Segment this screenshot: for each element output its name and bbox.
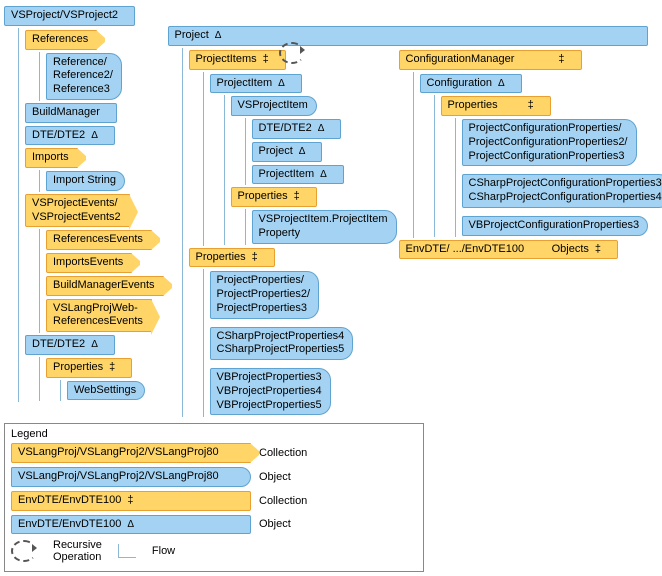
delta-icon: Δ (91, 130, 98, 141)
imports-coll: Imports (25, 148, 78, 168)
double-dagger-icon: ‡ (558, 53, 564, 65)
project-item-ref: ProjectItemΔ (252, 165, 344, 185)
vslangprojweb-events: VSLangProjWeb- ReferencesEvents (46, 299, 152, 333)
configuration: ConfigurationΔ (420, 74, 522, 94)
double-dagger-icon: ‡ (127, 494, 133, 506)
vb-project-properties: VBProjectProperties3 VBProjectProperties… (210, 368, 331, 415)
configuration-manager: ConfigurationManager‡ (399, 50, 582, 70)
flow-icon (118, 544, 136, 558)
delta-icon: Δ (498, 78, 505, 89)
delta-icon: Δ (299, 146, 306, 157)
column-a: VSProject/VSProject2 References Referenc… (4, 4, 164, 402)
legend-type: Object (259, 471, 291, 483)
properties-b1: Properties‡ (231, 187, 317, 207)
properties-b2: Properties‡ (189, 248, 275, 268)
column-c: ConfigurationManager‡ ConfigurationΔ Pro… (399, 48, 662, 262)
project-config-properties: ProjectConfigurationProperties/ ProjectC… (462, 119, 637, 166)
legend-type: Collection (259, 495, 307, 507)
vsproject-events: VSProjectEvents/ VSProjectEvents2 (25, 194, 130, 228)
legend-title: Legend (11, 428, 417, 440)
dte-b: DTE/DTE2Δ (252, 119, 342, 139)
legend-blue-round: VSLangProj/VSLangProj2/VSLangProj80 (11, 467, 251, 487)
delta-icon: Δ (215, 30, 222, 41)
diagram-root: VSProject/VSProject2 References Referenc… (4, 4, 658, 572)
legend-flow-label: Flow (152, 545, 175, 557)
double-dagger-icon: ‡ (263, 53, 269, 65)
project-items: ProjectItems‡ (189, 50, 286, 70)
vsproject-item: VSProjectItem (231, 96, 317, 116)
delta-icon: Δ (91, 339, 98, 350)
project-item: ProjectItemΔ (210, 74, 302, 94)
vsproject-root: VSProject/VSProject2 (4, 6, 135, 26)
delta-icon: Δ (278, 78, 285, 89)
delta-icon: Δ (318, 123, 325, 134)
legend-recursive-label: Recursive Operation (53, 539, 102, 563)
import-string: Import String (46, 171, 125, 191)
project-root: ProjectΔ (168, 26, 648, 46)
websettings: WebSettings (67, 381, 145, 401)
delta-icon: Δ (127, 519, 134, 530)
double-dagger-icon: ‡ (294, 190, 300, 202)
envdte-objects: EnvDTE/ .../EnvDTE100 Objects‡ (399, 240, 619, 260)
build-manager: BuildManager (25, 103, 117, 123)
dte-a2: DTE/DTE2Δ (25, 335, 115, 355)
project-ref: ProjectΔ (252, 142, 323, 162)
imports-events: ImportsEvents (46, 253, 132, 273)
properties-a: Properties‡ (46, 358, 132, 378)
recursive-icon (279, 42, 305, 64)
recursive-icon (11, 540, 37, 562)
references-events: ReferencesEvents (46, 230, 152, 250)
project-properties: ProjectProperties/ ProjectProperties2/ P… (210, 271, 320, 318)
legend-orange-arrow: VSLangProj/VSLangProj2/VSLangProj80 (11, 443, 251, 463)
csharp-project-properties: CSharpProjectProperties4 CSharpProjectPr… (210, 327, 354, 361)
double-dagger-icon: ‡ (595, 243, 601, 255)
csharp-config-properties: CSharpProjectConfigurationProperties3 CS… (462, 174, 662, 208)
reference-obj: Reference/ Reference2/ Reference3 (46, 53, 122, 100)
double-dagger-icon: ‡ (252, 251, 258, 263)
double-dagger-icon: ‡ (109, 361, 115, 373)
vb-config-properties: VBProjectConfigurationProperties3 (462, 216, 649, 236)
dte-a: DTE/DTE2Δ (25, 126, 115, 146)
vsprojectitem-property: VSProjectItem.ProjectItem Property (252, 210, 397, 244)
delta-icon: Δ (320, 169, 327, 180)
legend-orange-box: EnvDTE/EnvDTE100‡ (11, 491, 251, 511)
legend-blue-box: EnvDTE/EnvDTE100Δ (11, 515, 251, 535)
references-coll: References (25, 30, 97, 50)
legend-type: Object (259, 518, 291, 530)
legend-type: Collection (259, 447, 307, 459)
properties-c: Properties‡ (441, 96, 551, 116)
legend: Legend VSLangProj/VSLangProj2/VSLangProj… (4, 423, 424, 572)
column-bc: ProjectΔ ProjectItems‡ ProjectItemΔ VSPr… (168, 4, 662, 417)
column-b: ProjectItems‡ ProjectItemΔ VSProjectItem… (189, 48, 389, 418)
buildmanager-events: BuildManagerEvents (46, 276, 164, 296)
double-dagger-icon: ‡ (528, 99, 534, 111)
